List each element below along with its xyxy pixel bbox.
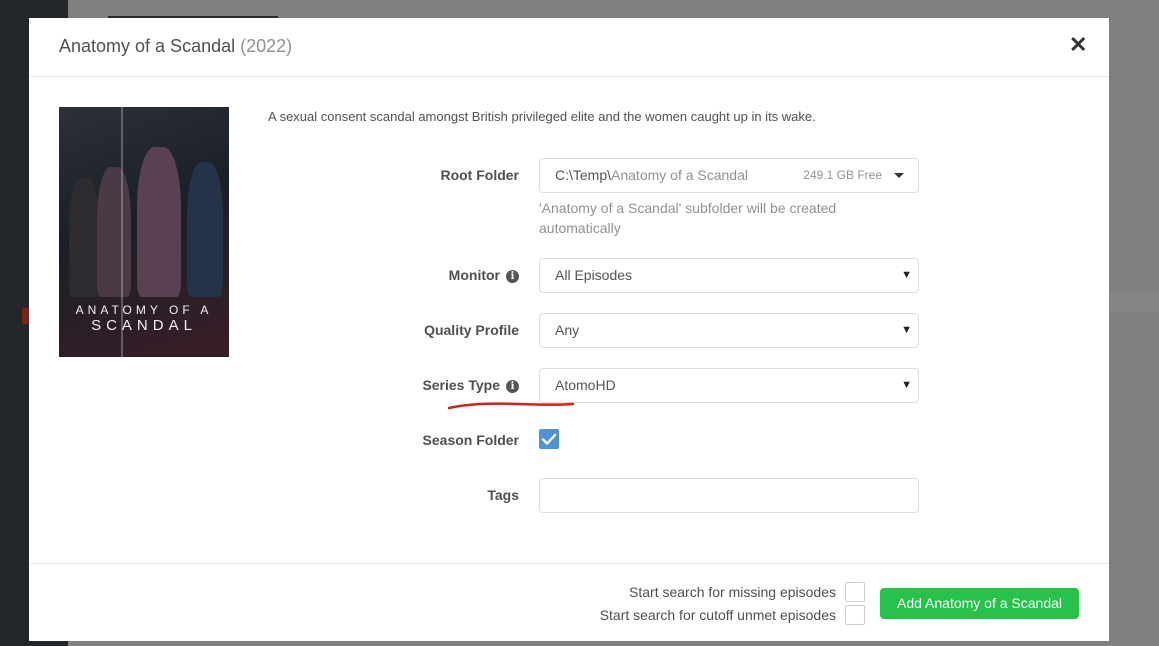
annotation-underline [447,402,575,410]
series-type-select[interactable]: AtomoHD ▼ [539,368,919,403]
monitor-select[interactable]: All Episodes ▼ [539,258,919,293]
tags-label: Tags [487,487,519,503]
season-folder-checkbox[interactable] [539,429,559,449]
modal-title: Anatomy of a Scandal (2022) [59,36,292,57]
search-missing-checkbox[interactable] [845,582,865,602]
tags-input[interactable] [539,478,919,513]
add-series-button[interactable]: Add Anatomy of a Scandal [880,588,1079,619]
close-icon[interactable]: ✕ [1069,33,1087,57]
poster-title-big: SCANDAL [91,317,197,334]
series-type-value: AtomoHD [555,377,616,393]
modal-header: Anatomy of a Scandal (2022) ✕ [29,18,1109,77]
chevron-down-icon: ▼ [901,324,912,336]
quality-profile-select[interactable]: Any ▼ [539,313,919,348]
search-missing-label: Start search for missing episodes [629,584,836,600]
search-cutoff-checkbox[interactable] [845,605,865,625]
root-folder-path: C:\Temp\Anatomy of a Scandal [555,167,748,183]
poster-title: ANATOMY OF A SCANDAL [59,303,229,333]
search-cutoff-label: Start search for cutoff unmet episodes [599,607,836,623]
monitor-label: Monitor i [329,267,519,283]
series-year: (2022) [240,36,293,56]
quality-profile-label: Quality Profile [424,322,519,338]
series-type-label: Series Type i [329,377,519,393]
poster-title-small: ANATOMY OF A [75,303,213,317]
caret-down-icon [894,173,904,178]
series-title: Anatomy of a Scandal [59,36,236,56]
modal-footer: Start search for missing episodes Start … [29,563,1109,641]
root-folder-label: Root Folder [440,167,519,183]
backdrop-row [1109,292,1159,312]
root-folder-help: 'Anatomy of a Scandal' subfolder will be… [539,200,837,236]
chevron-down-icon: ▼ [901,379,912,391]
monitor-value: All Episodes [555,267,633,283]
quality-profile-value: Any [555,322,580,338]
root-folder-select[interactable]: C:\Temp\Anatomy of a Scandal 249.1 GB Fr… [539,158,919,193]
info-icon[interactable]: i [506,380,519,393]
checkmark-icon [541,433,557,445]
free-space-badge: 249.1 GB Free [803,168,882,182]
info-icon[interactable]: i [506,270,519,283]
add-series-modal: Anatomy of a Scandal (2022) ✕ ANATOMY OF… [29,18,1109,641]
series-poster: ANATOMY OF A SCANDAL [59,107,229,357]
chevron-down-icon: ▼ [901,269,912,281]
season-folder-label: Season Folder [422,432,519,448]
series-overview: A sexual consent scandal amongst British… [268,109,816,124]
